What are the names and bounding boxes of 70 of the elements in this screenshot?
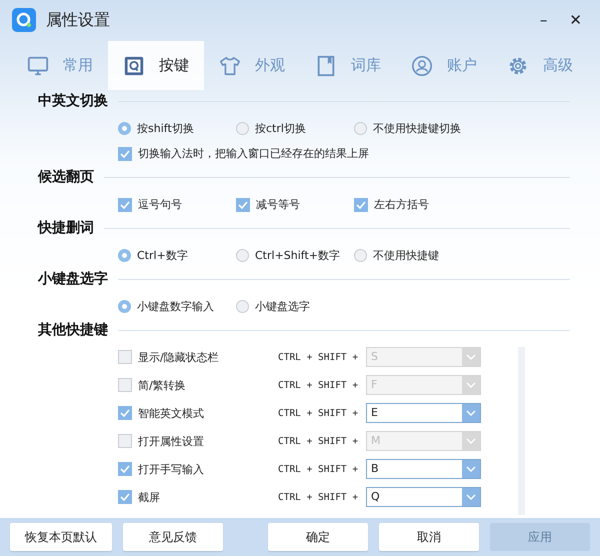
radio-option[interactable]: 小键盘选字 [236, 299, 354, 314]
section-title: 候选翻页 [38, 168, 94, 186]
radio-option[interactable]: Ctrl+Shift+数字 [236, 248, 354, 263]
chevron-down-icon [462, 488, 480, 506]
chevron-down-icon [462, 404, 480, 422]
chevron-down-icon [462, 460, 480, 478]
book-icon [315, 54, 337, 76]
key-combo-label: CTRL + SHIFT + [278, 380, 360, 390]
checkbox[interactable] [118, 350, 132, 364]
monitor-icon [27, 54, 49, 76]
radio-option[interactable]: 小键盘数字输入 [118, 299, 236, 314]
key-combo-label: CTRL + SHIFT + [278, 464, 360, 474]
radio-option[interactable]: 不使用快捷键 [354, 248, 472, 263]
checkbox-option[interactable]: 截屏 [118, 490, 278, 504]
footer-button[interactable]: 恢复本页默认 [10, 523, 112, 551]
radio-button[interactable] [236, 249, 249, 262]
window-title: 属性设置 [46, 10, 110, 30]
footer-button[interactable]: 意见反馈 [123, 523, 223, 551]
checkbox-option[interactable]: 打开属性设置 [118, 434, 278, 448]
checkbox-option[interactable]: 左右方括号 [354, 197, 472, 212]
user-icon [411, 54, 433, 76]
key-dropdown[interactable]: E [366, 403, 481, 423]
key-dropdown[interactable]: B [366, 459, 481, 479]
checkbox[interactable] [118, 434, 132, 448]
chevron-down-icon [462, 348, 480, 366]
checkbox-option[interactable]: 切换输入法时，把输入窗口已经存在的结果上屏 [118, 146, 369, 161]
checkbox[interactable] [354, 198, 368, 212]
checkbox[interactable] [118, 198, 132, 212]
footer-button[interactable]: 确定 [268, 523, 368, 551]
radio-option[interactable]: 按shift切换 [118, 121, 236, 136]
key-combo-label: CTRL + SHIFT + [278, 352, 360, 362]
radio-option[interactable]: 按ctrl切换 [236, 121, 354, 136]
checkbox-option[interactable]: 打开手写输入 [118, 462, 278, 476]
radio-button[interactable] [118, 300, 131, 313]
section-title: 快捷删词 [38, 219, 94, 237]
tab[interactable]: 按键 [108, 41, 204, 90]
q-key-icon [123, 54, 145, 76]
checkbox-option[interactable]: 显示/隐藏状态栏 [118, 350, 278, 364]
checkbox-option[interactable]: 智能英文模式 [118, 406, 278, 420]
radio-button[interactable] [354, 122, 367, 135]
radio-button[interactable] [354, 249, 367, 262]
checkbox[interactable] [118, 462, 132, 476]
key-combo-label: CTRL + SHIFT + [278, 408, 360, 418]
checkbox-option[interactable]: 简/繁转换 [118, 378, 278, 392]
key-combo-label: CTRL + SHIFT + [278, 436, 360, 446]
checkbox-option[interactable]: 逗号句号 [118, 197, 236, 212]
key-dropdown[interactable]: Q [366, 487, 481, 507]
chevron-down-icon [462, 432, 480, 450]
radio-button[interactable] [118, 122, 131, 135]
checkbox-option[interactable]: 减号等号 [236, 197, 354, 212]
minimize-button[interactable]: – [534, 11, 554, 29]
section-title: 其他快捷键 [38, 321, 108, 339]
checkbox[interactable] [118, 406, 132, 420]
section-title: 中英文切换 [38, 92, 108, 110]
radio-button[interactable] [236, 300, 249, 313]
checkbox[interactable] [118, 490, 132, 504]
close-button[interactable]: ✕ [563, 11, 588, 29]
section-title: 小键盘选字 [38, 270, 108, 288]
app-logo-icon [12, 8, 36, 32]
radio-option[interactable]: 不使用快捷键切换 [354, 121, 472, 136]
radio-option[interactable]: Ctrl+数字 [118, 248, 236, 263]
checkbox[interactable] [236, 198, 250, 212]
radio-button[interactable] [118, 249, 131, 262]
checkbox[interactable] [118, 146, 132, 160]
shirt-icon [219, 54, 241, 76]
footer-button[interactable]: 取消 [379, 523, 479, 551]
chevron-down-icon [462, 376, 480, 394]
radio-button[interactable] [236, 122, 249, 135]
key-combo-label: CTRL + SHIFT + [278, 492, 360, 502]
checkbox[interactable] [118, 378, 132, 392]
